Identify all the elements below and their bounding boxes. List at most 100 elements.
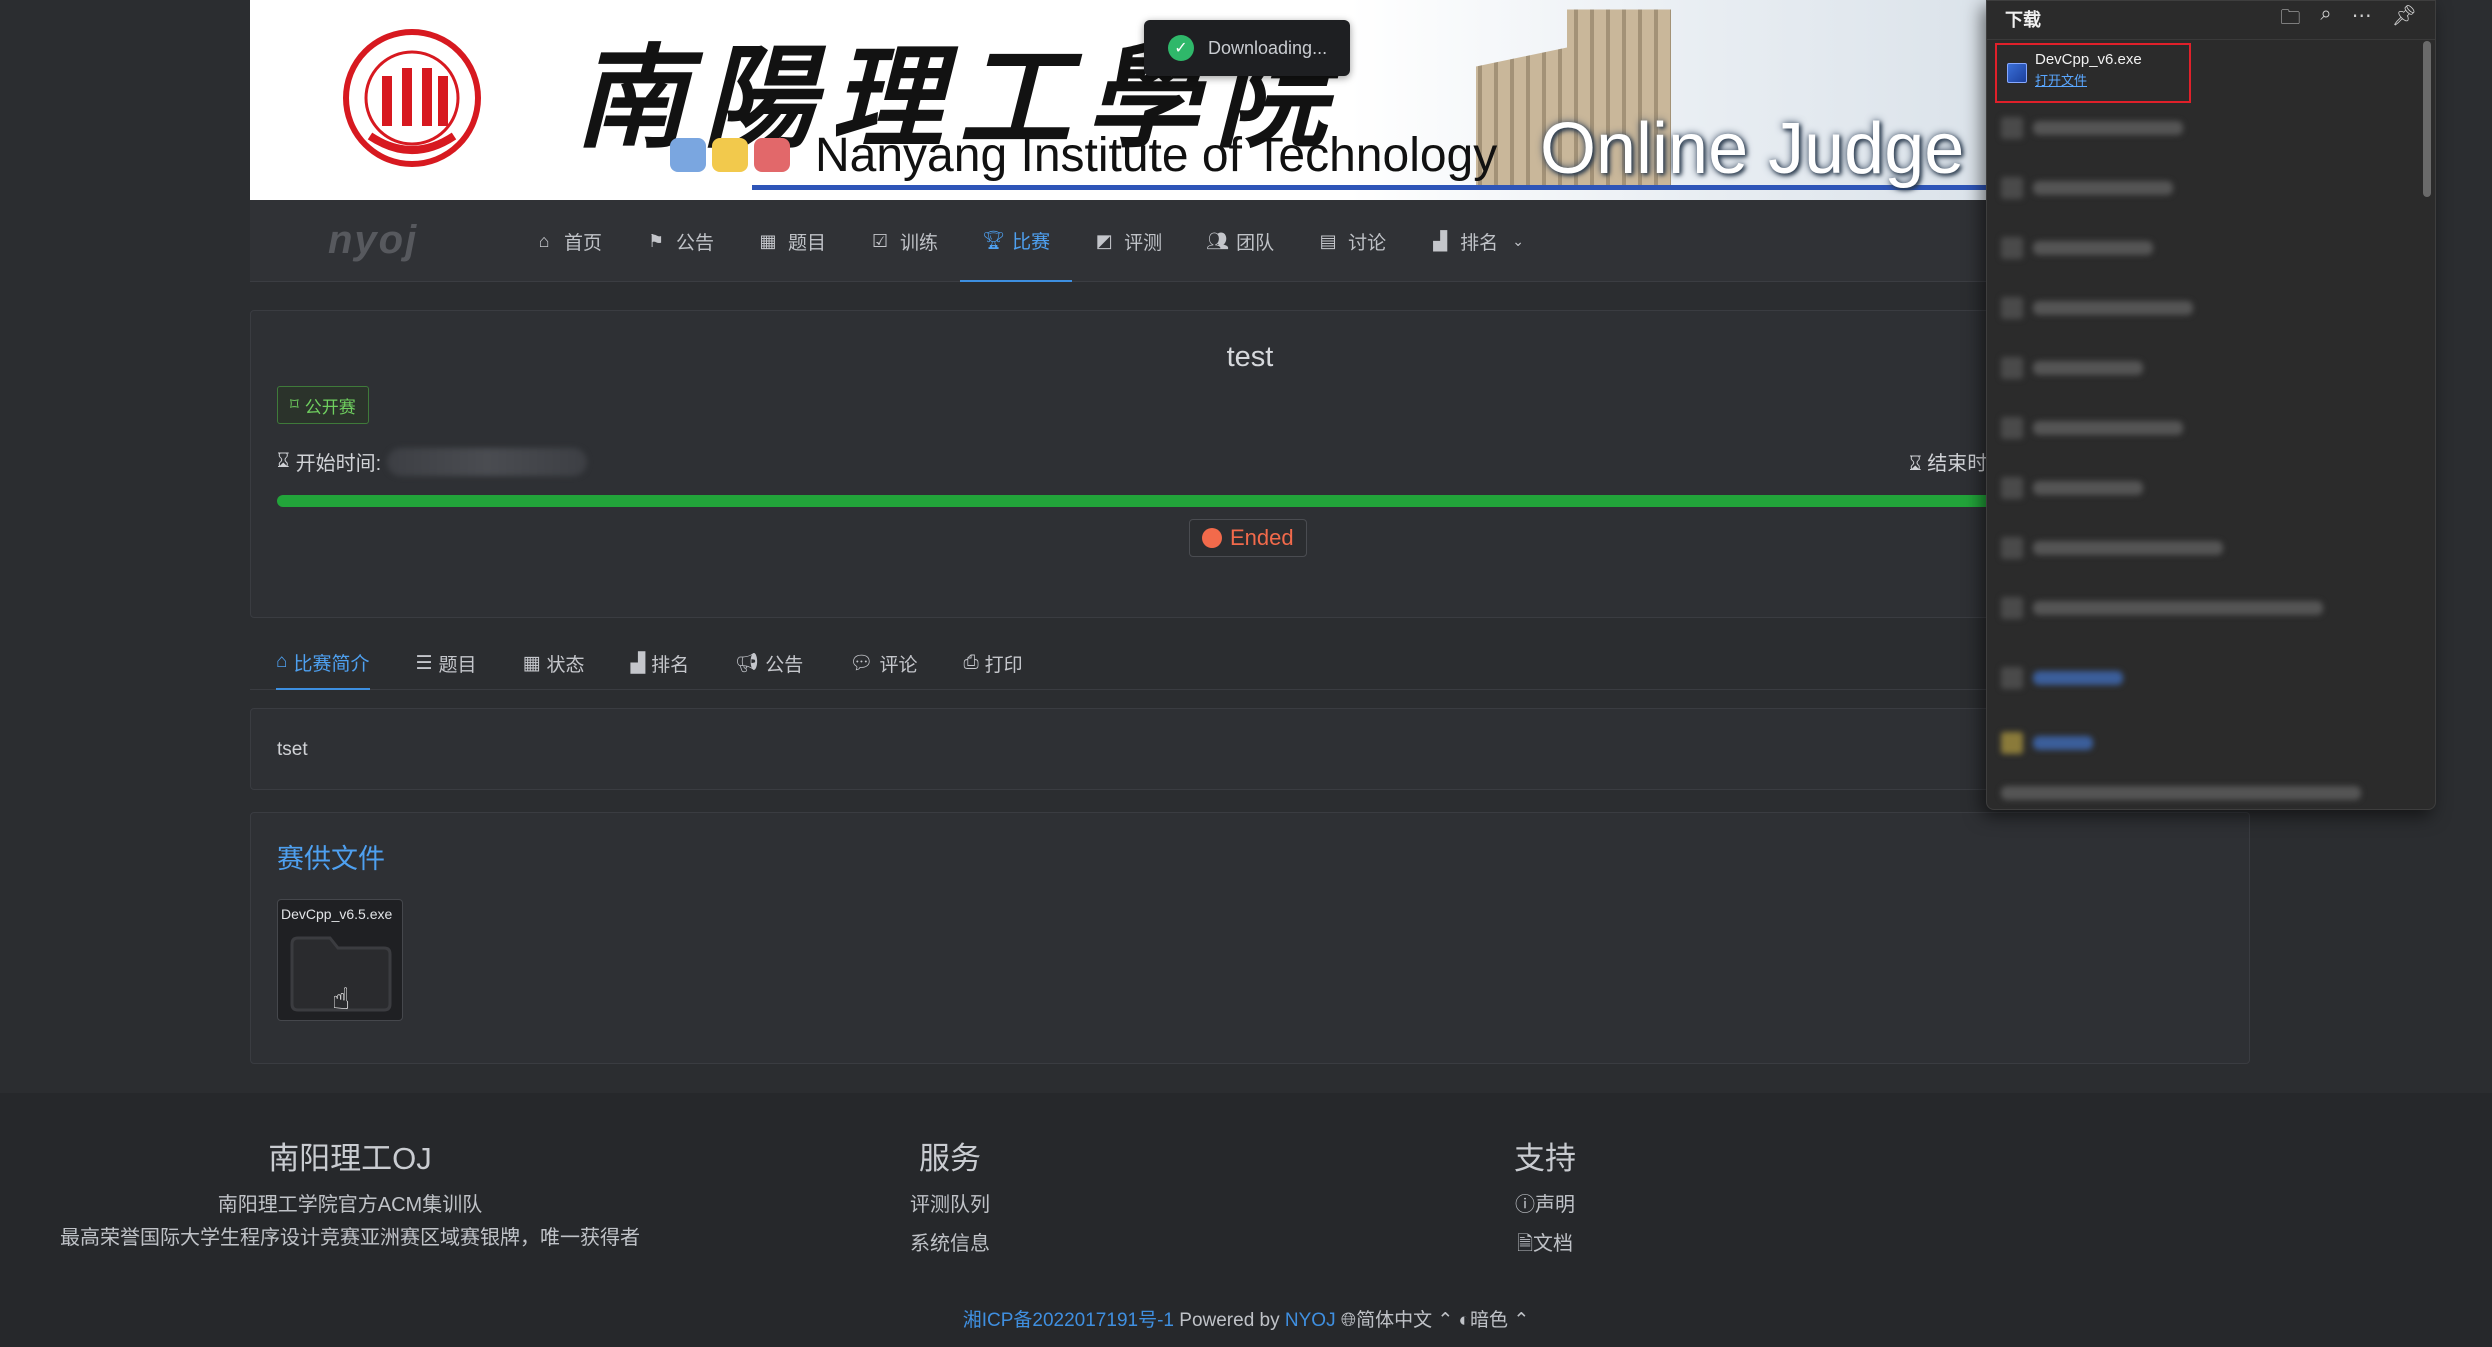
- start-time-label: 开始时间:: [295, 453, 382, 475]
- download-item-redacted[interactable]: [2001, 776, 2361, 810]
- document-icon: 🗎︎: [1516, 1233, 1534, 1255]
- nav-item-teams[interactable]: 👥︎ 团队: [1184, 200, 1296, 282]
- school-seal-logo: [343, 29, 481, 167]
- contest-intro-panel: tset: [250, 708, 2250, 790]
- download-item-devcpp[interactable]: DevCpp_v6.exe 打开文件: [1995, 43, 2191, 103]
- theme-switcher[interactable]: ◐暗色 ⌃: [1459, 1310, 1530, 1331]
- tag-label: 公开赛: [304, 397, 356, 417]
- footer-col-service: 服务 评测队列 系统信息: [900, 1133, 1000, 1256]
- start-time: ⌛︎ 开始时间:: [277, 447, 588, 476]
- nav-item-home[interactable]: ⌂ 首页: [512, 200, 624, 282]
- tab-rank[interactable]: ▟ 排名: [631, 636, 690, 690]
- nav-item-contests[interactable]: 🏆︎ 比赛: [960, 200, 1073, 282]
- hand-cursor-icon: ☝︎: [332, 983, 351, 1016]
- banner-english-title: Nanyang Institute of Technology: [815, 129, 1498, 182]
- globe-icon: 🌐︎: [1340, 1310, 1357, 1331]
- users-icon: 👥︎: [1206, 230, 1229, 251]
- downloading-toast: ✓ Downloading...: [1144, 20, 1350, 76]
- download-item-redacted[interactable]: [2001, 726, 2093, 760]
- download-item-redacted[interactable]: [2001, 411, 2183, 445]
- nav-item-label: 排名: [1460, 232, 1499, 254]
- bookmark-icon: ⌑: [290, 395, 299, 414]
- flag-icon: ⚑: [647, 230, 665, 251]
- file-name: DevCpp_v6.5.exe: [281, 906, 393, 922]
- download-item-redacted[interactable]: [2001, 471, 2143, 505]
- tab-label: 打印: [984, 654, 1023, 676]
- tab-problems[interactable]: ☰ 题目: [416, 636, 477, 690]
- tab-print[interactable]: ⎙ 打印: [963, 636, 1022, 690]
- end-time: ⌛︎ 结束时: [1909, 447, 1987, 476]
- footer-about-line2: 最高荣誉国际大学生程序设计竞赛亚洲赛区域赛银牌，唯一获得者: [60, 1227, 640, 1249]
- nav-item-label: 题目: [788, 232, 827, 254]
- tab-label: 状态: [546, 654, 585, 676]
- download-item-redacted[interactable]: [2001, 591, 2323, 625]
- footer-link-statement[interactable]: ⓘ声明: [1505, 1188, 1585, 1217]
- bar-chart-icon: ▟: [1433, 230, 1448, 251]
- nav-item-announcements[interactable]: ⚑ 公告: [624, 200, 736, 282]
- icp-link[interactable]: 湘ICP备2022017191号-1: [963, 1310, 1174, 1331]
- footer-col-support: 支持 ⓘ声明 🗎︎文档: [1505, 1133, 1585, 1263]
- toast-text: Downloading...: [1208, 37, 1328, 58]
- clipboard-icon: ☑: [871, 230, 889, 251]
- nav-items: ⌂ 首页 ⚑ 公告 ▦ 题目 ☑ 训练 🏆︎ 比赛 ◩ 评测 👥︎ 团队 ▤ 讨…: [512, 200, 1550, 282]
- nav-item-rank[interactable]: ▟ 排名 ⌄: [1408, 200, 1550, 282]
- download-item-redacted[interactable]: [2001, 661, 2123, 695]
- footer-link-judge-queue[interactable]: 评测队列: [900, 1188, 1000, 1217]
- chart-icon: ◩: [1095, 230, 1113, 251]
- tab-comments[interactable]: 💬︎ 评论: [849, 636, 917, 690]
- download-item-redacted[interactable]: [2001, 231, 2153, 265]
- footer-about-line1: 南阳理工学院官方ACM集训队: [217, 1194, 483, 1216]
- nav-item-problems[interactable]: ▦ 题目: [736, 200, 848, 282]
- nav-item-label: 比赛: [1012, 231, 1051, 253]
- downloads-scrollbar[interactable]: [2423, 41, 2431, 197]
- tab-announcements[interactable]: 📢︎ 公告: [735, 636, 803, 690]
- footer-link-system-info[interactable]: 系统信息: [900, 1227, 1000, 1256]
- nyoj-logo[interactable]: nyoj: [328, 218, 418, 263]
- more-icon[interactable]: ⋯: [2352, 3, 2372, 37]
- tab-status[interactable]: ▦ 状态: [523, 636, 585, 690]
- banner-decor-icons: [670, 138, 790, 178]
- footer-link-docs[interactable]: 🗎︎文档: [1505, 1227, 1585, 1263]
- file-card-download[interactable]: DevCpp_v6.5.exe ☝︎: [277, 899, 403, 1021]
- tab-label: 排名: [651, 654, 690, 676]
- nav-item-label: 讨论: [1348, 232, 1387, 254]
- comment-icon: ▤: [1319, 230, 1337, 251]
- main-navbar: nyoj ⌂ 首页 ⚑ 公告 ▦ 题目 ☑ 训练 🏆︎ 比赛 ◩ 评测 👥︎ 团…: [250, 200, 2250, 282]
- nav-item-label: 评测: [1124, 232, 1163, 254]
- downloads-toolbar: 🗀︎ ⌕ ⋯ 📌︎: [2280, 3, 2417, 37]
- footer-statement-label: 声明: [1535, 1194, 1575, 1216]
- start-time-value-redacted: [387, 447, 588, 476]
- download-item-redacted[interactable]: [2001, 291, 2193, 325]
- nyoj-link[interactable]: NYOJ: [1285, 1310, 1336, 1331]
- nav-item-judge[interactable]: ◩ 评测: [1072, 200, 1184, 282]
- tab-overview[interactable]: ⌂ 比赛简介: [276, 636, 370, 690]
- nav-item-label: 首页: [564, 232, 603, 254]
- list-icon: ☰: [415, 652, 433, 674]
- download-item-redacted[interactable]: [2001, 111, 2183, 145]
- nav-item-label: 训练: [900, 232, 939, 254]
- search-icon[interactable]: ⌕: [2320, 3, 2331, 37]
- folder-icon[interactable]: 🗀︎: [2280, 3, 2300, 37]
- download-item-redacted[interactable]: [2001, 531, 2223, 565]
- nav-item-discuss[interactable]: ▤ 讨论: [1296, 200, 1408, 282]
- contest-files-panel: 赛供文件 DevCpp_v6.5.exe ☝︎: [250, 812, 2250, 1064]
- pin-icon[interactable]: 📌︎: [2392, 3, 2417, 37]
- download-item-redacted[interactable]: [2001, 171, 2173, 205]
- powered-by-text: Powered by: [1179, 1310, 1280, 1331]
- exe-file-icon: [2007, 63, 2027, 83]
- chevron-down-icon: ⌄: [1512, 232, 1524, 249]
- comment-icon: 💬︎: [849, 653, 874, 674]
- tab-label: 公告: [765, 654, 804, 676]
- nav-item-label: 团队: [1236, 232, 1275, 254]
- trophy-icon: 🏆︎: [982, 229, 1005, 250]
- chevron-up-icon: ⌃: [1513, 1310, 1530, 1331]
- downloads-divider: [1987, 39, 2435, 40]
- status-label: Ended: [1230, 525, 1294, 550]
- grid-icon: ▦: [759, 230, 777, 251]
- footer-service-title: 服务: [919, 1141, 981, 1176]
- hourglass-icon: ⌛︎: [277, 450, 290, 472]
- open-file-link[interactable]: 打开文件: [2035, 70, 2142, 89]
- language-switcher[interactable]: 🌐︎简体中文 ⌃: [1341, 1310, 1459, 1331]
- download-item-redacted[interactable]: [2001, 351, 2143, 385]
- nav-item-training[interactable]: ☑ 训练: [848, 200, 960, 282]
